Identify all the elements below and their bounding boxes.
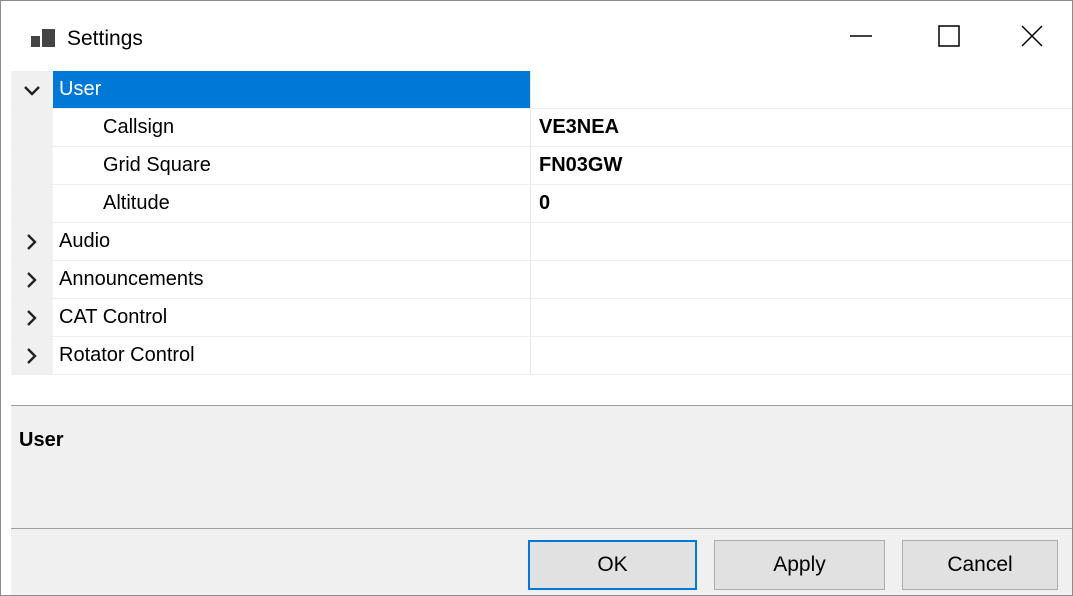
category-row[interactable]: Rotator Control [11, 337, 1072, 375]
column-separator[interactable] [530, 299, 531, 336]
column-separator[interactable] [530, 223, 531, 260]
minimize-icon [850, 35, 872, 37]
minimize-button[interactable] [815, 1, 907, 71]
property-name: Callsign [103, 116, 175, 138]
property-grid-icon [31, 29, 55, 51]
property-grid[interactable]: User Callsign VE3NEA Grid Square FN03GW Altit… [11, 71, 1072, 405]
property-name: Announcements [59, 268, 204, 290]
window-title: Settings [67, 27, 143, 50]
property-name: Audio [59, 230, 111, 252]
category-row[interactable]: User [11, 71, 1072, 109]
property-name: Rotator Control [59, 344, 195, 366]
selection-highlight [53, 71, 530, 108]
chevron-right-icon[interactable] [21, 345, 43, 367]
property-value[interactable]: 0 [539, 185, 550, 222]
row-gutter [11, 147, 53, 184]
category-row[interactable]: Audio [11, 223, 1072, 261]
category-row[interactable]: CAT Control [11, 299, 1072, 337]
property-name: User [59, 78, 102, 100]
cancel-button[interactable]: Cancel [902, 540, 1058, 590]
column-separator[interactable] [530, 337, 531, 374]
property-name: Altitude [103, 192, 170, 214]
column-separator[interactable] [530, 71, 531, 108]
title-bar[interactable]: Settings [1, 1, 1072, 71]
window-left-edge [1, 71, 11, 595]
maximize-button[interactable] [903, 1, 995, 71]
column-separator[interactable] [530, 147, 531, 184]
close-icon [1020, 25, 1043, 47]
chevron-right-icon[interactable] [21, 307, 43, 329]
property-value[interactable]: FN03GW [539, 147, 622, 184]
property-name: Grid Square [103, 154, 211, 176]
property-name: CAT Control [59, 306, 168, 328]
property-row[interactable]: Grid Square FN03GW [11, 147, 1072, 185]
category-row[interactable]: Announcements [11, 261, 1072, 299]
button-bar: OK Apply Cancel [11, 529, 1072, 595]
column-separator[interactable] [530, 109, 531, 146]
column-separator[interactable] [530, 261, 531, 298]
apply-button[interactable]: Apply [714, 540, 885, 590]
chevron-down-icon[interactable] [21, 79, 43, 101]
maximize-icon [938, 25, 960, 47]
close-button[interactable] [991, 1, 1072, 71]
settings-window: Settings User Callsign VE3NEA Grid Square FN… [0, 0, 1073, 596]
row-gutter [11, 109, 53, 146]
ok-button[interactable]: OK [528, 540, 697, 590]
column-separator[interactable] [530, 185, 531, 222]
chevron-right-icon[interactable] [21, 269, 43, 291]
row-gutter [11, 185, 53, 222]
help-title: User [19, 429, 64, 451]
help-pane: User [11, 409, 1072, 529]
property-row[interactable]: Callsign VE3NEA [11, 109, 1072, 147]
property-value[interactable]: VE3NEA [539, 109, 619, 146]
property-row[interactable]: Altitude 0 [11, 185, 1072, 223]
chevron-right-icon[interactable] [21, 231, 43, 253]
